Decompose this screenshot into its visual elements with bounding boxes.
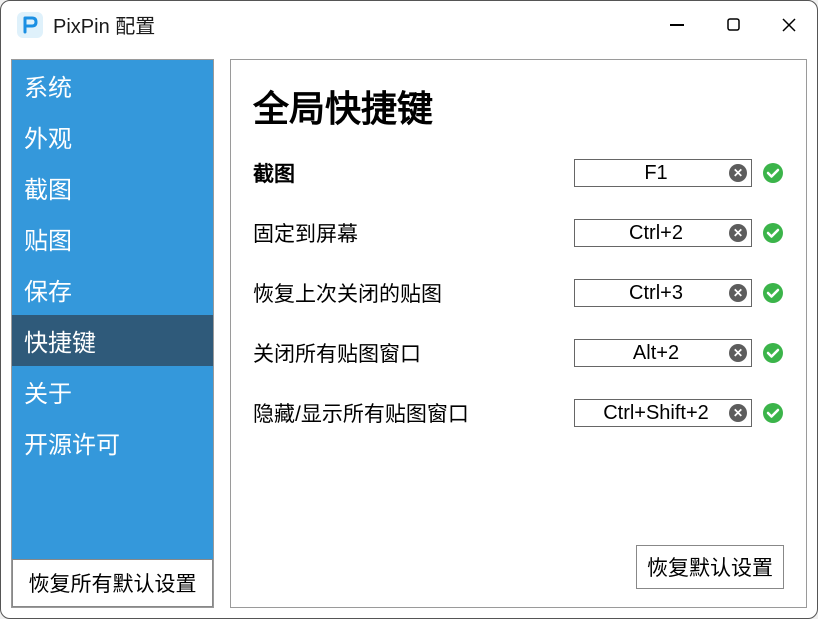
sidebar-item-pin[interactable]: 贴图 bbox=[12, 213, 213, 264]
sidebar-item-shortcut[interactable]: 快捷键 bbox=[12, 315, 213, 366]
sidebar-item-license[interactable]: 开源许可 bbox=[12, 417, 213, 468]
minimize-button[interactable] bbox=[649, 1, 705, 48]
row-right: Ctrl+Shift+2 ✕ bbox=[574, 399, 784, 427]
sidebar-item-appearance[interactable]: 外观 bbox=[12, 111, 213, 162]
app-logo-icon bbox=[17, 12, 43, 38]
window-title: PixPin 配置 bbox=[53, 10, 155, 39]
row-label: 恢复上次关闭的贴图 bbox=[253, 278, 574, 308]
row-right: Ctrl+2 ✕ bbox=[574, 219, 784, 247]
sidebar-item-save[interactable]: 保存 bbox=[12, 264, 213, 315]
shortcut-input[interactable]: Ctrl+2 ✕ bbox=[574, 219, 752, 247]
sidebar-item-label: 系统 bbox=[24, 75, 72, 102]
sidebar-item-screenshot[interactable]: 截图 bbox=[12, 162, 213, 213]
row-right: F1 ✕ bbox=[574, 159, 784, 187]
check-icon bbox=[762, 222, 784, 244]
page-title: 全局快捷键 bbox=[253, 80, 784, 132]
window-body: 系统 外观 截图 贴图 保存 快捷键 关于 开源许可 恢复所有默认设置 全局快捷… bbox=[1, 49, 817, 618]
close-button[interactable] bbox=[761, 1, 817, 48]
row-right: Ctrl+3 ✕ bbox=[574, 279, 784, 307]
sidebar-item-label: 贴图 bbox=[24, 228, 72, 255]
check-icon bbox=[762, 162, 784, 184]
check-icon bbox=[762, 342, 784, 364]
check-icon bbox=[762, 282, 784, 304]
clear-icon[interactable]: ✕ bbox=[729, 164, 747, 182]
sidebar-footer: 恢复所有默认设置 bbox=[12, 559, 213, 607]
row-label: 隐藏/显示所有贴图窗口 bbox=[253, 398, 574, 428]
shortcut-value: Alt+2 bbox=[583, 342, 729, 365]
shortcut-value: Ctrl+2 bbox=[583, 222, 729, 245]
sidebar-item-label: 关于 bbox=[24, 381, 72, 408]
clear-icon[interactable]: ✕ bbox=[729, 224, 747, 242]
shortcut-row-toggle-all-pins: 隐藏/显示所有贴图窗口 Ctrl+Shift+2 ✕ bbox=[253, 398, 784, 428]
check-icon bbox=[762, 402, 784, 424]
shortcut-row-close-all-pins: 关闭所有贴图窗口 Alt+2 ✕ bbox=[253, 338, 784, 368]
shortcut-row-restore-last-pin: 恢复上次关闭的贴图 Ctrl+3 ✕ bbox=[253, 278, 784, 308]
shortcut-input[interactable]: Ctrl+Shift+2 ✕ bbox=[574, 399, 752, 427]
titlebar: PixPin 配置 bbox=[1, 1, 817, 49]
clear-icon[interactable]: ✕ bbox=[729, 284, 747, 302]
sidebar-item-label: 外观 bbox=[24, 126, 72, 153]
shortcut-value: Ctrl+Shift+2 bbox=[583, 402, 729, 425]
sidebar-item-label: 开源许可 bbox=[24, 432, 120, 459]
sidebar-item-system[interactable]: 系统 bbox=[12, 60, 213, 111]
sidebar-item-about[interactable]: 关于 bbox=[12, 366, 213, 417]
shortcut-row-screenshot: 截图 F1 ✕ bbox=[253, 158, 784, 188]
sidebar-item-label: 保存 bbox=[24, 279, 72, 306]
shortcut-input[interactable]: Ctrl+3 ✕ bbox=[574, 279, 752, 307]
restore-defaults-button[interactable]: 恢复默认设置 bbox=[636, 545, 784, 589]
window-controls bbox=[649, 1, 817, 48]
shortcut-value: Ctrl+3 bbox=[583, 282, 729, 305]
row-label: 固定到屏幕 bbox=[253, 218, 574, 248]
row-right: Alt+2 ✕ bbox=[574, 339, 784, 367]
shortcut-row-pin-to-screen: 固定到屏幕 Ctrl+2 ✕ bbox=[253, 218, 784, 248]
sidebar-item-label: 快捷键 bbox=[24, 330, 96, 357]
shortcut-value: F1 bbox=[583, 162, 729, 185]
maximize-button[interactable] bbox=[705, 1, 761, 48]
main-panel: 全局快捷键 截图 F1 ✕ 固定到屏幕 Ctrl+2 bbox=[230, 59, 807, 608]
sidebar: 系统 外观 截图 贴图 保存 快捷键 关于 开源许可 恢复所有默认设置 bbox=[11, 59, 214, 608]
clear-icon[interactable]: ✕ bbox=[729, 344, 747, 362]
sidebar-item-label: 截图 bbox=[24, 177, 72, 204]
clear-icon[interactable]: ✕ bbox=[729, 404, 747, 422]
titlebar-left: PixPin 配置 bbox=[17, 10, 155, 39]
sidebar-list: 系统 外观 截图 贴图 保存 快捷键 关于 开源许可 bbox=[12, 60, 213, 559]
restore-all-defaults-button[interactable]: 恢复所有默认设置 bbox=[12, 559, 213, 607]
shortcut-input[interactable]: F1 ✕ bbox=[574, 159, 752, 187]
row-label: 截图 bbox=[253, 158, 574, 188]
app-window: PixPin 配置 系统 外观 截图 贴图 保存 快捷键 关于 开 bbox=[0, 0, 818, 619]
row-label: 关闭所有贴图窗口 bbox=[253, 338, 574, 368]
shortcut-input[interactable]: Alt+2 ✕ bbox=[574, 339, 752, 367]
